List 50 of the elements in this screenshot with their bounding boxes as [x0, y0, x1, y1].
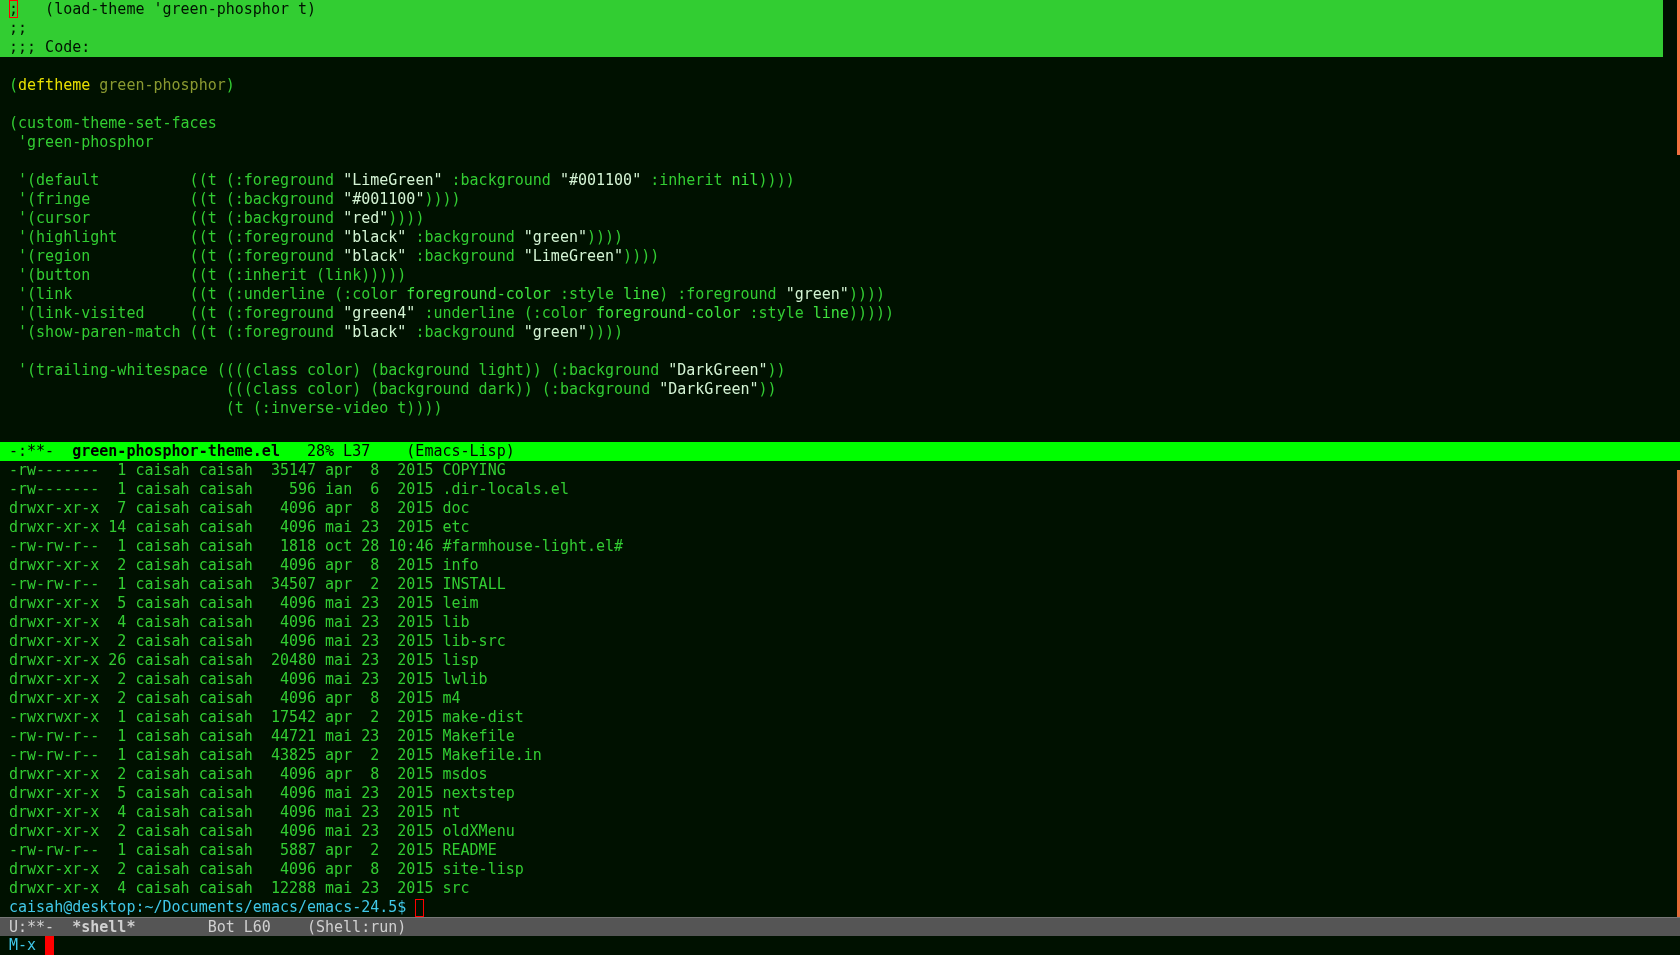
code-line: 'green-phosphor — [17, 133, 155, 152]
major-mode: (Shell:run) — [306, 917, 407, 937]
code-line: '(button ((t (:inherit (link))))) — [17, 266, 408, 285]
code-line: (((class color) (background dark)) (:background "DarkGreen")) — [224, 380, 778, 399]
file-listing-line: drwxr-xr-x 7 caisah caisah 4096 apr 8 2015 doc — [8, 499, 471, 518]
file-listing-line: -rw------- 1 caisah caisah 596 ian 6 2015 .dir-locals.el — [8, 480, 570, 499]
file-listing-line: -rwxrwxr-x 1 caisah caisah 17542 apr 2 2015 make-dist — [8, 708, 525, 727]
code-line: '(default ((t (:foreground "LimeGreen" :background "#001100" :inherit nil)))) — [17, 171, 796, 190]
file-listing-line: drwxr-xr-x 2 caisah caisah 4096 apr 8 2015 site-lisp — [8, 860, 525, 879]
file-listing-line: drwxr-xr-x 4 caisah caisah 4096 mai 23 2015 nt — [8, 803, 462, 822]
file-listing-line: -rw------- 1 caisah caisah 35147 apr 8 2015 COPYING — [8, 461, 507, 480]
code-line: '(link ((t (:underline (:color foreground-color :style line) :foreground "green")))) — [17, 285, 886, 304]
file-listing-line: drwxr-xr-x 5 caisah caisah 4096 mai 23 2015 nextstep — [8, 784, 516, 803]
major-mode: (Emacs-Lisp) — [406, 442, 515, 461]
file-listing-line: -rw-rw-r-- 1 caisah caisah 1818 oct 28 10:46 #farmhouse-light.el# — [8, 537, 625, 556]
scrollbar[interactable] — [1677, 0, 1680, 155]
file-listing-line: drwxr-xr-x 4 caisah caisah 4096 mai 23 2015 lib — [8, 613, 471, 632]
file-listing-line: drwxr-xr-x 2 caisah caisah 4096 apr 8 2015 msdos — [8, 765, 489, 784]
file-listing-line: drwxr-xr-x 14 caisah caisah 4096 mai 23 2015 etc — [8, 518, 471, 537]
code-line: '(region ((t (:foreground "black" :background "LimeGreen")))) — [17, 247, 661, 266]
file-listing-line: drwxr-xr-x 5 caisah caisah 4096 mai 23 2015 leim — [8, 594, 480, 613]
file-listing-line: drwxr-xr-x 2 caisah caisah 4096 apr 8 2015 info — [8, 556, 480, 575]
code-line: '(link-visited ((t (:foreground "green4" :underline (:color foreground-color :style line))))) — [17, 304, 896, 323]
shell-prompt: caisah@desktop:~/Documents/emacs/emacs-24.5$ — [9, 898, 407, 917]
buffer-status: -:**- — [9, 442, 55, 461]
code-line: '(fringe ((t (:background "#001100")))) — [17, 190, 462, 209]
buffer-name: *shell* — [72, 917, 137, 937]
minibuffer-prompt: M-x — [9, 936, 37, 955]
line-position: Bot L60 — [207, 917, 271, 937]
buffer-status: U:**- — [9, 917, 55, 937]
file-listing-line: -rw-rw-r-- 1 caisah caisah 44721 mai 23 2015 Makefile — [8, 727, 516, 746]
file-listing-line: drwxr-xr-x 26 caisah caisah 20480 mai 23 2015 lisp — [8, 651, 480, 670]
code-line: '(show-paren-match ((t (:foreground "black" :background "green")))) — [17, 323, 625, 342]
file-listing-line: drwxr-xr-x 2 caisah caisah 4096 apr 8 2015 m4 — [8, 689, 462, 708]
file-listing-line: -rw-rw-r-- 1 caisah caisah 34507 apr 2 2015 INSTALL — [8, 575, 507, 594]
line-position: 28% L37 — [307, 442, 371, 461]
file-listing-line: drwxr-xr-x 2 caisah caisah 4096 mai 23 2015 lib-src — [8, 632, 507, 651]
file-listing-line: -rw-rw-r-- 1 caisah caisah 5887 apr 2 2015 README — [8, 841, 498, 860]
scrollbar[interactable] — [1677, 470, 1680, 917]
file-listing-line: drwxr-xr-x 2 caisah caisah 4096 mai 23 2015 lwlib — [8, 670, 489, 689]
file-listing-line: drwxr-xr-x 2 caisah caisah 4096 mai 23 2015 oldXMenu — [8, 822, 516, 841]
code-line: (custom-theme-set-faces — [8, 114, 218, 133]
file-listing-line: -rw-rw-r-- 1 caisah caisah 43825 apr 2 2015 Makefile.in — [8, 746, 543, 765]
code-line: '(trailing-whitespace ((((class color) (background light)) (:background "DarkGreen")) — [17, 361, 787, 380]
code-line: '(cursor ((t (:background "red")))) — [17, 209, 426, 228]
code-line: (t (:inverse-video t)))) — [224, 399, 444, 418]
file-listing-line: drwxr-xr-x 4 caisah caisah 12288 mai 23 2015 src — [8, 879, 471, 898]
code-line: '(highlight ((t (:foreground "black" :background "green")))) — [17, 228, 625, 247]
buffer-name: green-phosphor-theme.el — [72, 442, 280, 461]
code-line: (deftheme green-phosphor) — [8, 76, 236, 95]
